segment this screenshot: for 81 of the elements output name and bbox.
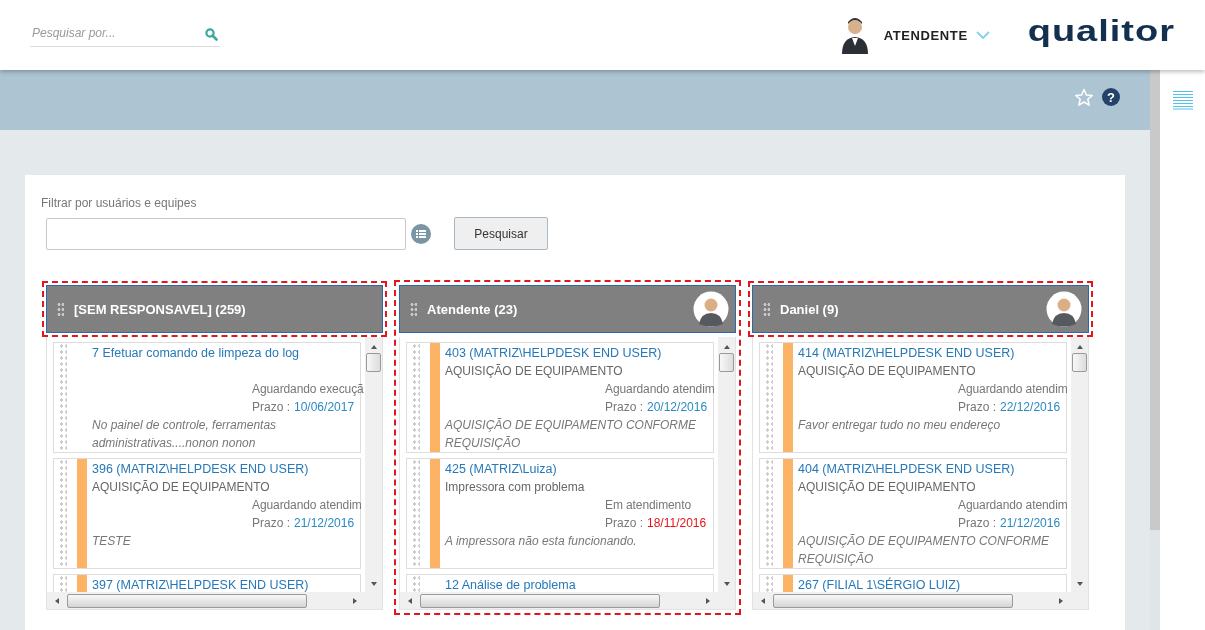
ticket-subject: AQUISIÇÃO DE EQUIPAMENTO <box>92 479 271 496</box>
search-button[interactable]: Pesquisar <box>454 217 548 250</box>
horizontal-scrollbar[interactable] <box>400 592 718 609</box>
ticket-link[interactable]: 397 (MATRIZ\HELPDESK END USER) <box>92 576 360 592</box>
ticket-status: Aguardando atendim <box>958 382 1068 396</box>
ticket-link[interactable]: 12 Análise de problema <box>445 576 713 592</box>
deadline-date: 18/11/2016 <box>647 516 707 530</box>
ticket-link[interactable]: 403 (MATRIZ\HELPDESK END USER) <box>445 344 713 362</box>
horizontal-scrollbar[interactable] <box>47 592 365 609</box>
ticket-description: A impressora não esta funcionando. <box>445 533 638 550</box>
ticket-description: TESTE <box>92 533 132 550</box>
ticket-subject: AQUISIÇÃO DE EQUIPAMENTO <box>445 363 624 380</box>
search-icon[interactable] <box>205 28 218 41</box>
column-header[interactable]: [SEM RESPONSAVEL] (259) <box>46 285 383 333</box>
deadline-label: Prazo : <box>605 400 643 414</box>
horizontal-scrollbar[interactable] <box>753 592 1071 609</box>
deadline-label: Prazo : <box>252 516 290 530</box>
chevron-down-icon[interactable] <box>975 31 990 39</box>
ticket-status: Aguardando atendim <box>605 382 715 396</box>
user-avatar <box>839 16 870 54</box>
drag-handle-icon[interactable] <box>765 343 773 452</box>
column-header[interactable]: Daniel (9) <box>752 285 1089 333</box>
drag-handle-icon[interactable] <box>59 343 67 452</box>
deadline-label: Prazo : <box>252 400 290 414</box>
ticket-card[interactable]: 396 (MATRIZ\HELPDESK END USER) AQUISIÇÃO DE EQUIPAMENTO Aguardando atendim Prazo : 21/12/2016 TESTE <box>53 458 361 569</box>
ticket-link[interactable]: 414 (MATRIZ\HELPDESK END USER) <box>798 344 1066 362</box>
ticket-link[interactable]: 7 Efetuar comando de limpeza do log <box>92 344 360 362</box>
filter-field[interactable] <box>46 217 406 250</box>
logo: qualitor <box>1027 15 1175 47</box>
list-icon[interactable] <box>411 223 431 244</box>
ticket-subject: AQUISIÇÃO DE EQUIPAMENTO <box>798 363 977 380</box>
deadline-date: 10/06/2017 <box>294 400 355 414</box>
deadline-date: 22/12/2016 <box>1000 400 1061 414</box>
ticket-card[interactable]: 425 (MATRIZ\Luiza) Impressora com problema Em atendimento Prazo : 18/11/2016 A impressora não esta funcionando. <box>406 458 714 569</box>
star-icon[interactable] <box>1074 87 1094 107</box>
ticket-description: AQUISIÇÃO DE EQUIPAMENTO CONFORME REQUISIÇÃO <box>445 417 697 452</box>
ticket-link[interactable]: 425 (MATRIZ\Luiza) <box>445 460 713 478</box>
ticket-subject: Impressora com problema <box>445 479 586 496</box>
column-header[interactable]: Atendente (23) <box>399 285 736 333</box>
menu-icon[interactable] <box>1172 90 1193 110</box>
drag-handle-icon[interactable] <box>57 302 64 316</box>
ticket-card[interactable]: 404 (MATRIZ\HELPDESK END USER) AQUISIÇÃO DE EQUIPAMENTO Aguardando atendim Prazo : 21/12/2016 AQUISIÇÃO DE EQUIPAMENTO CONFORME REQUISIÇÃO <box>759 458 1067 569</box>
vertical-scrollbar[interactable] <box>1071 337 1088 592</box>
ticket-description: No painel de controle, ferramentas administrativas....nonon nonon <box>92 417 278 452</box>
ticket-card[interactable]: 267 (FILIAL 1\SÉRGIO LUIZ) <box>759 574 1067 592</box>
drag-handle-icon[interactable] <box>765 459 773 568</box>
deadline-label: Prazo : <box>605 516 643 530</box>
deadline-date: 21/12/2016 <box>294 516 355 530</box>
drag-handle-icon[interactable] <box>412 343 420 452</box>
deadline-label: Prazo : <box>958 400 996 414</box>
scrollbar[interactable] <box>1150 70 1160 630</box>
drag-handle-icon[interactable] <box>763 302 770 316</box>
user-name[interactable]: ATENDENTE <box>883 27 968 43</box>
ticket-link[interactable]: 267 (FILIAL 1\SÉRGIO LUIZ) <box>798 576 1066 592</box>
ticket-description: AQUISIÇÃO DE EQUIPAMENTO CONFORME REQUISIÇÃO <box>798 533 1050 568</box>
drag-handle-icon[interactable] <box>412 459 420 568</box>
column-title: Daniel (9) <box>780 301 840 317</box>
ticket-link[interactable]: 404 (MATRIZ\HELPDESK END USER) <box>798 460 1066 478</box>
deadline-date: 21/12/2016 <box>1000 516 1061 530</box>
drag-handle-icon[interactable] <box>410 302 417 316</box>
ticket-status: Aguardando atendim <box>958 498 1068 512</box>
drag-handle-icon[interactable] <box>59 459 67 568</box>
ticket-card[interactable]: 397 (MATRIZ\HELPDESK END USER) <box>53 574 361 592</box>
search-field[interactable]: Pesquisar por... <box>30 19 220 47</box>
ticket-card[interactable]: 12 Análise de problema <box>406 574 714 592</box>
ticket-status: Aguardando execuçã <box>252 382 364 396</box>
column-title: Atendente (23) <box>427 301 519 317</box>
ticket-link[interactable]: 396 (MATRIZ\HELPDESK END USER) <box>92 460 360 478</box>
vertical-scrollbar[interactable] <box>365 337 382 592</box>
ticket-subject: AQUISIÇÃO DE EQUIPAMENTO <box>798 479 977 496</box>
deadline-date: 20/12/2016 <box>647 400 708 414</box>
ticket-status: Em atendimento <box>605 498 691 512</box>
filter-label: Filtrar por usuários e equipes <box>41 196 198 210</box>
ticket-description: Favor entregar tudo no meu endereço <box>798 417 1002 434</box>
column-title: [SEM RESPONSAVEL] (259) <box>74 301 247 317</box>
vertical-scrollbar[interactable] <box>718 337 735 592</box>
help-icon[interactable]: ? <box>1102 88 1120 106</box>
deadline-label: Prazo : <box>958 516 996 530</box>
ticket-card[interactable]: 414 (MATRIZ\HELPDESK END USER) AQUISIÇÃO DE EQUIPAMENTO Aguardando atendim Prazo : 22/12/2016 Favor entregar tudo no meu endereço <box>759 342 1067 453</box>
ticket-card[interactable]: 403 (MATRIZ\HELPDESK END USER) AQUISIÇÃO DE EQUIPAMENTO Aguardando atendim Prazo : 20/12/2016 AQUISIÇÃO DE EQUIPAMENTO CONFORME REQUISIÇÃO <box>406 342 714 453</box>
ticket-status: Aguardando atendim <box>252 498 362 512</box>
